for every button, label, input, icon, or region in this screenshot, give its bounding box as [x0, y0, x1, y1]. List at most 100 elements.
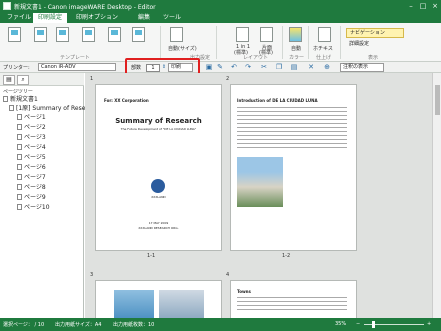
- color-label[interactable]: 自動: [291, 45, 301, 52]
- status-bar: 選択ページ： / 10 出力用紙サイズ：A4 出力用紙枚数：10 35% − +: [0, 318, 441, 331]
- printer-select[interactable]: Canon iR-ADV: [38, 63, 116, 71]
- pdf-icon[interactable]: ▣: [205, 64, 213, 71]
- tab-tools[interactable]: ツール: [158, 13, 186, 23]
- page4-title: Towns: [237, 289, 251, 294]
- vertical-scrollbar[interactable]: [432, 73, 441, 318]
- paste-icon[interactable]: ▤: [290, 64, 298, 71]
- redo-icon[interactable]: ↷: [244, 64, 252, 71]
- page-tree-panel: ▤ ⌕ ページツリー 新規文書1 [1原] Summary of Resea ペ…: [0, 73, 89, 318]
- color-group-label: カラー: [289, 55, 305, 61]
- template-1-icon[interactable]: [8, 27, 21, 42]
- tree-page-label: ページ1: [24, 114, 46, 121]
- scrollbar-thumb[interactable]: [435, 85, 440, 115]
- page-number: 3: [90, 272, 94, 278]
- page-icon: [17, 144, 22, 150]
- tree-page-10[interactable]: ページ10: [17, 204, 50, 212]
- page-preview-area[interactable]: 1 For: XX Corporation Summary of Researc…: [85, 73, 432, 318]
- document-icon: [9, 105, 14, 111]
- page-icon: [17, 134, 22, 140]
- page-icon: [17, 184, 22, 190]
- detail-settings-button[interactable]: 詳細設定: [346, 40, 404, 49]
- tab-edit[interactable]: 編集: [133, 13, 155, 23]
- page-thumbnail-3[interactable]: [95, 280, 222, 318]
- paper-size-status: 出力用紙サイズ：A4: [55, 322, 102, 328]
- template-5-icon[interactable]: [108, 27, 121, 42]
- page-caption: 1-1: [147, 253, 156, 259]
- annotation-toggle[interactable]: 注釈の表示: [340, 63, 384, 72]
- tree-root-label: 新規文書1: [10, 96, 38, 103]
- tree-page-label: ページ6: [24, 164, 46, 171]
- layout-group-label: レイアウト: [243, 55, 269, 61]
- panel-tabs: ▤ ⌕: [0, 73, 84, 86]
- page-icon: [17, 194, 22, 200]
- tree-page-label: ページ8: [24, 184, 46, 191]
- page1-org: XXXLAND RESEARCH ORG.: [138, 226, 179, 230]
- staple-label[interactable]: ホチキス: [313, 45, 333, 52]
- document-icon[interactable]: [170, 27, 183, 42]
- template-4-icon[interactable]: [82, 27, 95, 42]
- tree-page-label: ページ7: [24, 174, 46, 181]
- copies-input[interactable]: 1: [146, 64, 160, 72]
- edit-icon[interactable]: ✎: [216, 64, 224, 71]
- tree-page-4[interactable]: ページ4: [17, 144, 46, 152]
- separator: [282, 26, 283, 59]
- page-tree-header: ページツリー: [3, 89, 33, 95]
- close-button[interactable]: ×: [429, 0, 441, 12]
- staple-icon[interactable]: [318, 27, 331, 42]
- maximize-button[interactable]: □: [417, 0, 429, 12]
- tree-doc[interactable]: [1原] Summary of Resea: [9, 105, 89, 113]
- separator: [216, 26, 217, 59]
- zoom-in-icon[interactable]: +: [427, 321, 431, 327]
- tab-bookmarks[interactable]: ⌕: [17, 75, 29, 85]
- undo-icon[interactable]: ↶: [230, 64, 238, 71]
- zoom-icon[interactable]: ⊕: [323, 64, 331, 71]
- page-icon: [17, 164, 22, 170]
- ribbon-tabs: ファイル 印刷設定 印刷オプション 編集 ツール: [0, 12, 441, 23]
- cut-icon[interactable]: ✂: [260, 64, 268, 71]
- copy-icon[interactable]: ❐: [275, 64, 283, 71]
- page3-photo: [114, 290, 154, 318]
- tree-page-1[interactable]: ページ1: [17, 114, 46, 122]
- minimize-button[interactable]: –: [405, 0, 417, 12]
- auto-size-label[interactable]: 自動(サイズ): [168, 45, 197, 52]
- tree-page-2[interactable]: ページ2: [17, 124, 46, 132]
- tab-page-tree[interactable]: ▤: [3, 75, 15, 85]
- page-thumbnail-4[interactable]: Towns: [230, 280, 357, 318]
- print-button[interactable]: 印刷: [168, 63, 193, 72]
- template-3-icon[interactable]: [56, 27, 69, 42]
- template-2-icon[interactable]: [34, 27, 47, 42]
- page2-text-lines: [237, 107, 347, 108]
- document-icon: [3, 96, 8, 102]
- page-thumbnail-1[interactable]: For: XX Corporation Summary of Research …: [95, 84, 222, 251]
- tab-file[interactable]: ファイル: [2, 13, 36, 23]
- tab-print-options[interactable]: 印刷オプション: [71, 13, 123, 23]
- page-thumbnail-2[interactable]: Introduction of DE LA CIUDAD LUNA: [230, 84, 357, 251]
- finish-group-label: 仕上げ: [316, 55, 332, 61]
- copies-spinner-icon[interactable]: ⇕: [160, 64, 168, 71]
- tab-print-settings[interactable]: 印刷設定: [33, 13, 68, 23]
- template-6-icon[interactable]: [132, 27, 145, 42]
- page-number: 2: [226, 76, 230, 82]
- page-icon: [17, 124, 22, 130]
- town-photo: [237, 157, 283, 207]
- tree-page-9[interactable]: ページ9: [17, 194, 46, 202]
- tree-page-3[interactable]: ページ3: [17, 134, 46, 142]
- tree-page-6[interactable]: ページ6: [17, 164, 46, 172]
- title-bar: 新規文書1 - Canon imageWARE Desktop - Editor…: [0, 0, 441, 12]
- zoom-out-icon[interactable]: −: [356, 321, 360, 327]
- tree-page-8[interactable]: ページ8: [17, 184, 46, 192]
- tree-page-label: ページ3: [24, 134, 46, 141]
- navigation-button[interactable]: ナビゲーション: [346, 28, 404, 38]
- one-side-icon[interactable]: [260, 27, 273, 42]
- page-number: 4: [226, 272, 230, 278]
- color-icon[interactable]: [289, 27, 302, 42]
- page3-photo: [159, 290, 204, 318]
- tree-root[interactable]: 新規文書1: [3, 96, 38, 104]
- layout-1in1-icon[interactable]: [236, 27, 249, 42]
- delete-icon[interactable]: ✕: [307, 64, 315, 71]
- tree-page-7[interactable]: ページ7: [17, 174, 46, 182]
- tree-page-label: ページ9: [24, 194, 46, 201]
- tree-page-5[interactable]: ページ5: [17, 154, 46, 162]
- zoom-level: 35%: [335, 321, 347, 327]
- zoom-slider-knob[interactable]: [372, 321, 375, 328]
